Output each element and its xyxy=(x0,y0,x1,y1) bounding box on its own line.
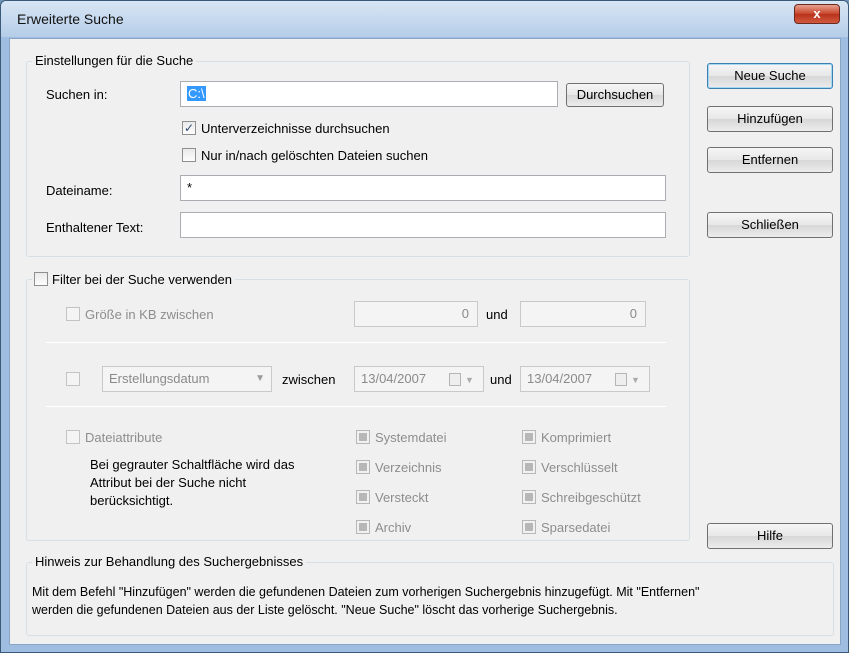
size-and-label: und xyxy=(486,307,508,322)
hint-legend: Hinweis zur Behandlung des Suchergebniss… xyxy=(32,554,307,569)
attr-readonly-label: Schreibgeschützt xyxy=(541,490,641,505)
chevron-down-icon: ▼ xyxy=(255,373,265,384)
close-icon: x xyxy=(813,6,821,21)
filter-legend-label[interactable]: Filter bei der Suche verwenden xyxy=(52,272,232,287)
attributes-note-line-1: Bei gegrauter Schaltfläche wird das xyxy=(90,457,295,472)
search-in-value: C:\ xyxy=(187,86,206,101)
hint-text-line-1: Mit dem Befehl "Hinzufügen" werden die g… xyxy=(32,585,700,599)
attr-hidden-checkbox[interactable] xyxy=(356,490,370,504)
filename-input[interactable]: * xyxy=(180,175,666,201)
size-max-input[interactable]: 0 xyxy=(520,301,646,327)
date-and-label: und xyxy=(490,372,512,387)
filter-separator-1 xyxy=(46,342,666,343)
help-button[interactable]: Hilfe xyxy=(707,523,833,549)
attr-system-label: Systemdatei xyxy=(375,430,447,445)
hint-text-line-2: werden die gefundenen Dateien aus der Li… xyxy=(32,603,618,617)
search-settings-legend: Einstellungen für die Suche xyxy=(32,53,197,68)
chevron-down-icon: ▼ xyxy=(631,375,640,385)
date-between-label: zwischen xyxy=(282,372,336,387)
attr-archive-label: Archiv xyxy=(375,520,412,535)
date-from-value: 13/04/2007 xyxy=(361,371,427,386)
dialog-window: Erweiterte Suche x Einstellungen für die… xyxy=(0,0,849,653)
attr-compressed-label: Komprimiert xyxy=(541,430,612,445)
date-to-picker[interactable]: 13/04/2007 ▼ xyxy=(520,366,650,392)
check-icon: ✓ xyxy=(183,121,195,135)
attr-sparse-label: Sparsedatei xyxy=(541,520,611,535)
subdirs-label[interactable]: Unterverzeichnisse durchsuchen xyxy=(201,121,390,136)
deleted-only-label[interactable]: Nur in/nach gelöschten Dateien suchen xyxy=(201,148,428,163)
attr-archive-checkbox[interactable] xyxy=(356,520,370,534)
date-type-value: Erstellungsdatum xyxy=(109,371,210,386)
close-button[interactable]: Schließen xyxy=(707,212,833,238)
date-from-picker[interactable]: 13/04/2007 ▼ xyxy=(354,366,484,392)
attributes-label: Dateiattribute xyxy=(85,430,163,445)
date-filter-checkbox[interactable] xyxy=(66,372,80,386)
attr-directory-label: Verzeichnis xyxy=(375,460,442,475)
window-title: Erweiterte Suche xyxy=(17,11,124,27)
attr-readonly-checkbox[interactable] xyxy=(522,490,536,504)
size-filter-checkbox[interactable] xyxy=(66,307,80,321)
attr-encrypted-checkbox[interactable] xyxy=(522,460,536,474)
date-to-value: 13/04/2007 xyxy=(527,371,593,386)
attr-system-checkbox[interactable] xyxy=(356,430,370,444)
filter-separator-2 xyxy=(46,406,666,407)
remove-button[interactable]: Entfernen xyxy=(707,147,833,173)
attr-sparse-checkbox[interactable] xyxy=(522,520,536,534)
attr-hidden-label: Versteckt xyxy=(375,490,429,505)
close-window-button[interactable]: x xyxy=(794,4,840,24)
new-search-button[interactable]: Neue Suche xyxy=(707,63,833,89)
calendar-icon xyxy=(615,373,627,386)
subdirs-checkbox[interactable]: ✓ xyxy=(182,121,196,135)
chevron-down-icon: ▼ xyxy=(465,375,474,385)
attr-directory-checkbox[interactable] xyxy=(356,460,370,474)
filename-label: Dateiname: xyxy=(46,183,113,198)
title-bar[interactable]: Erweiterte Suche x xyxy=(1,1,848,37)
search-in-label: Suchen in: xyxy=(46,87,108,102)
attributes-checkbox[interactable] xyxy=(66,430,80,444)
size-filter-label: Größe in KB zwischen xyxy=(85,307,214,322)
search-in-input[interactable]: C:\ xyxy=(180,81,558,107)
attributes-note-line-3: berücksichtigt. xyxy=(90,493,174,508)
attr-encrypted-label: Verschlüsselt xyxy=(541,460,618,475)
attr-compressed-checkbox[interactable] xyxy=(522,430,536,444)
calendar-icon xyxy=(449,373,461,386)
dialog-client-area: Einstellungen für die Suche Suchen in: C… xyxy=(9,38,841,645)
add-button[interactable]: Hinzufügen xyxy=(707,106,833,132)
filter-legend: Filter bei der Suche verwenden xyxy=(32,272,235,287)
size-min-input[interactable]: 0 xyxy=(354,301,478,327)
attributes-note-line-2: Attribut bei der Suche nicht xyxy=(90,475,247,490)
date-type-select[interactable]: Erstellungsdatum ▼ xyxy=(102,366,272,392)
filter-checkbox[interactable] xyxy=(34,272,48,286)
contains-text-label: Enthaltener Text: xyxy=(46,220,144,235)
contains-text-input[interactable] xyxy=(180,212,666,238)
deleted-only-checkbox[interactable] xyxy=(182,148,196,162)
browse-button[interactable]: Durchsuchen xyxy=(566,83,664,107)
